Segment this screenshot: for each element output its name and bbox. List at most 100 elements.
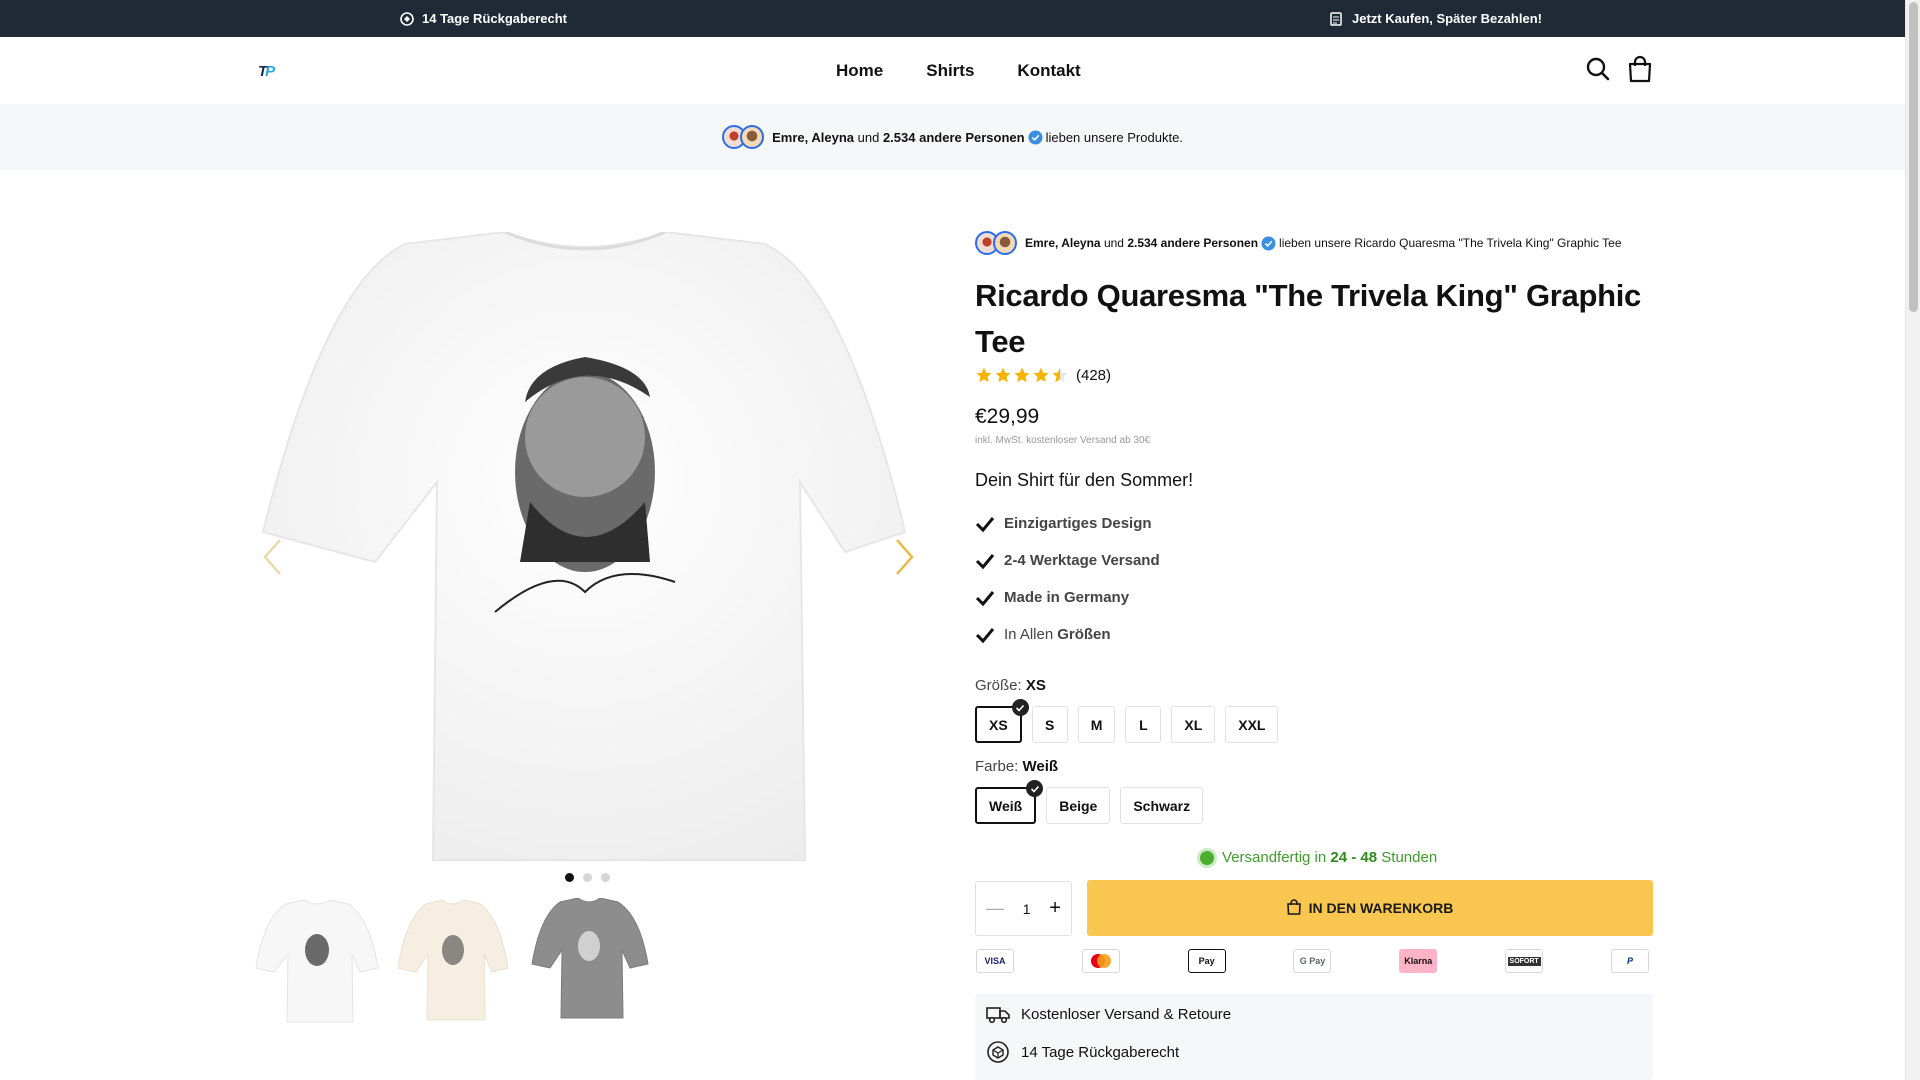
payment-methods: VISA Pay G Pay Klarna SOFORT P [976,949,1649,973]
pay-later-text: Jetzt Kaufen, Später Bezahlen! [1352,11,1542,26]
nav-shirts[interactable]: Shirts [926,61,974,81]
add-to-cart-label: IN DEN WARENKORB [1308,900,1454,916]
proof-and: und [857,129,880,145]
feature-item: 2-4 Werktage Versand [975,542,1160,579]
feature-list: Einzigartiges Design 2-4 Werktage Versan… [975,505,1160,653]
size-option-l[interactable]: L [1125,706,1162,743]
color-option-beige[interactable]: Beige [1046,787,1111,824]
feature-item: Made in Germany [975,579,1160,616]
paypal-label: P [1626,956,1633,966]
star-icon [1013,366,1031,384]
google-pay-icon: G Pay [1293,949,1332,973]
prev-image-arrow-icon[interactable] [262,537,284,577]
nav-home[interactable]: Home [836,61,883,81]
pay-later-announcement: Jetzt Kaufen, Später Bezahlen! [1330,0,1542,37]
product-tagline: Dein Shirt für den Sommer! [975,470,1194,490]
size-option-m[interactable]: M [1077,706,1116,743]
size-option-label: XL [1184,716,1203,733]
shopping-bag-icon[interactable] [1627,55,1653,83]
apple-pay-icon: Pay [1187,949,1226,973]
ship-ready-prefix: Versandfertig in [1222,849,1327,866]
sofort-label: SOFORT [1507,956,1541,966]
paypal-icon: P [1610,949,1649,973]
thumbnail-strip [252,897,654,1026]
return-icon [400,11,414,26]
rating-count[interactable]: (428) [1076,367,1111,384]
color-option-label: Weiß [989,797,1023,814]
thumbnail-beige[interactable] [388,898,518,1026]
mini-proof-suffix: lieben unsere Ricardo Quaresma "The Triv… [1279,236,1622,250]
search-icon[interactable] [1585,55,1611,83]
site-header: TP Home Shirts Kontakt [0,37,1905,104]
mastercard-icon [1081,949,1120,973]
feature-label: 2-4 Werktage Versand [1004,552,1160,569]
customer-avatars [722,125,765,149]
perk-label: Kostenloser Versand & Retoure [1021,1005,1232,1023]
sofort-icon: SOFORT [1505,949,1544,973]
google-pay-label: G Pay [1299,956,1326,966]
shipping-readiness: Versandfertig in 24 - 48 Stunden [1200,849,1437,866]
star-icon [975,366,993,384]
scrollbar-thumb[interactable] [1909,2,1918,312]
product-main-image[interactable] [255,230,915,862]
thumbnail-black[interactable] [524,897,654,1026]
nav-kontakt[interactable]: Kontakt [1017,61,1080,81]
color-option-weiss[interactable]: Weiß [975,780,1044,824]
star-icon [994,366,1012,384]
social-proof-banner: Emre, Aleyna und 2.534 andere Personen li… [0,104,1905,170]
increase-quantity-button[interactable]: + [1049,897,1061,920]
size-option-xl[interactable]: XL [1171,706,1216,743]
carousel-dots [565,873,610,882]
product-rating[interactable]: (428) [975,366,1111,384]
klarna-icon: Klarna [1399,949,1438,973]
return-policy-announcement: 14 Tage Rückgaberecht [400,0,567,37]
logo-letter-t: T [258,62,267,80]
feature-label-bold: Größen [1057,626,1111,643]
carousel-dot[interactable] [565,873,574,882]
visa-icon: VISA [976,949,1014,973]
carousel-dot[interactable] [583,873,592,882]
verified-badge-icon [1261,236,1276,251]
delivery-truck-icon [985,1002,1011,1026]
shopping-bag-icon [1286,898,1301,918]
page-scrollbar[interactable] [1905,0,1920,1080]
announcement-bar: 14 Tage Rückgaberecht Jetzt Kaufen, Spät… [0,0,1905,37]
thumbnail-white[interactable] [252,898,382,1026]
mini-proof-others: 2.534 andere Personen [1127,236,1259,250]
perk-label: 14 Tage Rückgaberecht [1021,1043,1180,1061]
avatar [993,231,1017,255]
store-logo[interactable]: TP [258,61,280,81]
quantity-value[interactable]: 1 [1023,901,1031,917]
feature-label: Made in Germany [1004,589,1130,606]
header-actions [1585,55,1653,83]
add-to-cart-button[interactable]: IN DEN WARENKORB [1087,880,1653,936]
perk-return-policy: 14 Tage Rückgaberecht [985,1040,1179,1064]
size-option-label: XXL [1238,716,1266,733]
size-option-s[interactable]: S [1031,706,1068,743]
color-option-schwarz[interactable]: Schwarz [1120,787,1204,824]
size-option-label: XS [989,716,1008,733]
apple-pay-label: Pay [1198,956,1215,966]
ship-ready-suffix: Stunden [1381,849,1438,866]
next-image-arrow-icon[interactable] [893,537,915,577]
proof-names: Emre, Aleyna [772,129,854,145]
size-options: XS S M L XL XXL [975,699,1279,743]
star-icon [1032,366,1050,384]
decrease-quantity-button[interactable]: — [986,898,1004,919]
color-label-text: Farbe: [975,758,1019,775]
feature-item: In Allen Größen [975,616,1160,653]
size-option-label: L [1139,716,1148,733]
color-selected-value: Weiß [1022,758,1059,775]
color-option-label: Beige [1059,797,1098,814]
mini-proof-and: und [1103,236,1124,250]
size-option-xs[interactable]: XS [975,699,1029,743]
checkmark-icon [975,551,995,571]
return-box-icon [985,1040,1011,1064]
carousel-dot[interactable] [601,873,610,882]
size-option-label: S [1045,716,1055,733]
customer-avatars [975,231,1017,255]
feature-item: Einzigartiges Design [975,505,1160,542]
size-label: Größe: XS [975,677,1046,694]
size-option-xxl[interactable]: XXL [1225,706,1279,743]
feature-label: Einzigartiges Design [1004,515,1152,532]
